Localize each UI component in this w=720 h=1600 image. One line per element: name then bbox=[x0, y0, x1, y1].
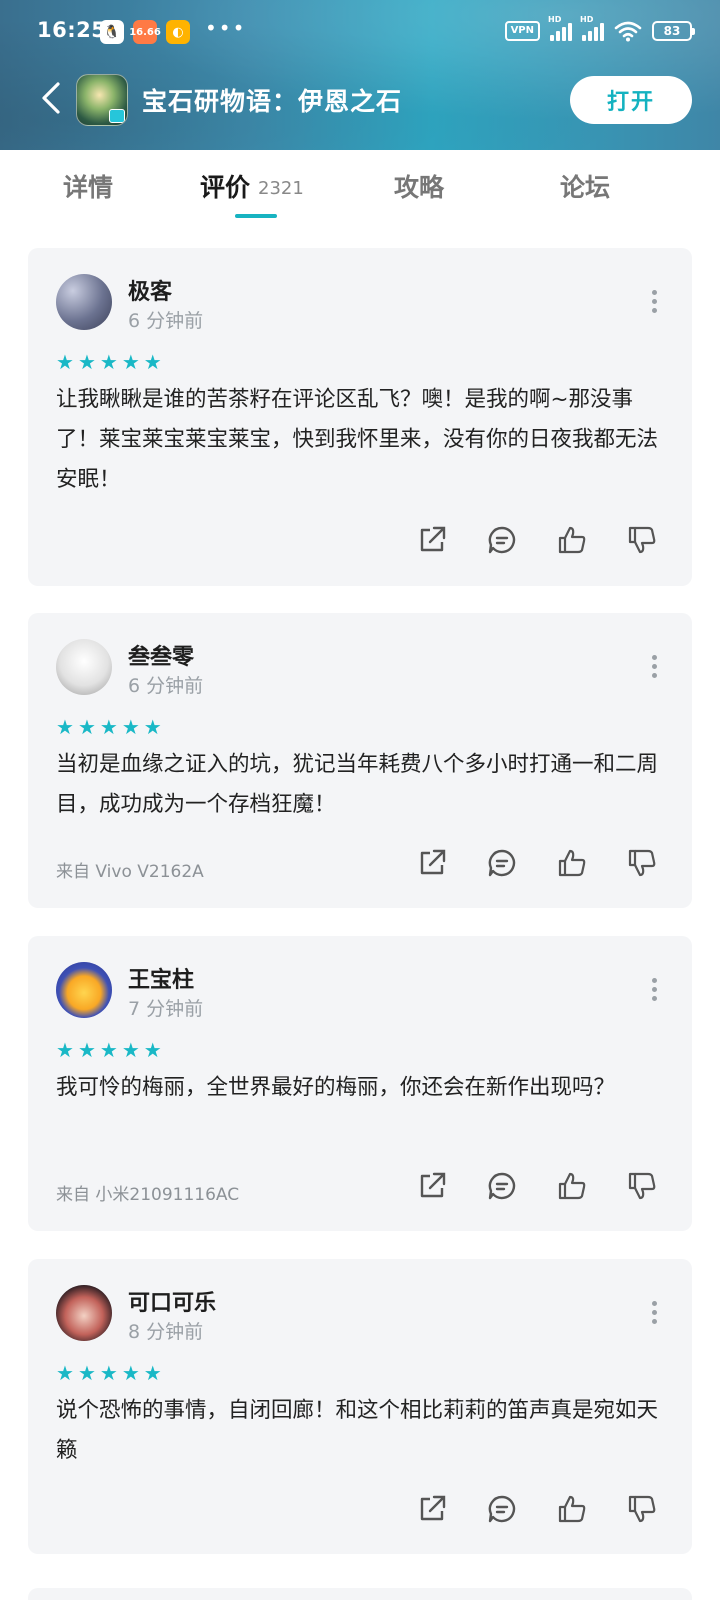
review-username[interactable]: 叁叁零 bbox=[128, 639, 194, 671]
tv-badge-icon bbox=[109, 109, 125, 123]
back-icon[interactable] bbox=[36, 78, 66, 118]
active-tab-indicator bbox=[235, 214, 277, 218]
review-username[interactable]: 可口可乐 bbox=[128, 1285, 216, 1317]
more-notifications-icon: ••• bbox=[205, 16, 247, 40]
rating-stars: ★ ★ ★ ★ ★ bbox=[56, 350, 162, 374]
share-icon[interactable] bbox=[416, 1170, 448, 1202]
review-username[interactable]: 王宝柱 bbox=[128, 962, 194, 994]
device-info: 来自 小米21091116AC bbox=[56, 1185, 240, 1205]
thumbs-down-icon[interactable] bbox=[626, 847, 658, 879]
signal-icon-2: HD bbox=[580, 15, 604, 41]
review-actions bbox=[416, 1493, 658, 1525]
battery-icon: 83 bbox=[652, 21, 695, 41]
avatar[interactable] bbox=[56, 1285, 112, 1341]
qq-icon: 🐧 bbox=[100, 20, 124, 44]
tab-reviews[interactable]: 评价 2321 bbox=[200, 168, 304, 204]
avatar[interactable] bbox=[56, 274, 112, 330]
thumbs-down-icon[interactable] bbox=[626, 1170, 658, 1202]
review-content: 我可怜的梅丽，全世界最好的梅丽，你还会在新作出现吗？ bbox=[56, 1075, 616, 1100]
review-card[interactable]: 极客 6 分钟前 ★ ★ ★ ★ ★ 让我瞅瞅是谁的苦茶籽在评论区乱飞？噢！是我的啊~那… bbox=[28, 248, 692, 586]
status-time: 16:25 bbox=[37, 18, 107, 42]
tab-forum[interactable]: 论坛 bbox=[560, 168, 610, 204]
review-content: 说个恐怖的事情，自闭回廊！和这个相比莉莉的笛声真是宛如天籁 bbox=[56, 1398, 659, 1463]
thumbs-down-icon[interactable] bbox=[626, 524, 658, 556]
comment-icon[interactable] bbox=[486, 847, 518, 879]
review-actions bbox=[416, 847, 658, 879]
more-options-icon[interactable] bbox=[652, 655, 658, 679]
review-card[interactable]: 可口可乐 8 分钟前 ★ ★ ★ ★ ★ 说个恐怖的事情，自闭回廊！和这个相比莉莉的笛声… bbox=[28, 1259, 692, 1554]
review-content: 当初是血缘之证入的坑，犹记当年耗费八个多小时打通一和二周目，成功成为一个存档狂魔… bbox=[56, 752, 659, 817]
thumbs-up-icon[interactable] bbox=[556, 847, 588, 879]
status-bar: 16:25 🐧 16.66 ◐ ••• VPN HD HD 83 bbox=[0, 15, 720, 52]
app-icon bbox=[76, 74, 128, 126]
rating-stars: ★ ★ ★ ★ ★ bbox=[56, 1038, 162, 1062]
review-card[interactable]: 王宝柱 7 分钟前 ★ ★ ★ ★ ★ 我可怜的梅丽，全世界最好的梅丽，你还会在新作出现… bbox=[28, 936, 692, 1231]
thumbs-up-icon[interactable] bbox=[556, 524, 588, 556]
app-notification-icon: 16.66 bbox=[129, 20, 161, 44]
review-content: 让我瞅瞅是谁的苦茶籽在评论区乱飞？噢！是我的啊~那没事了！莱宝莱宝莱宝莱宝，快到… bbox=[56, 387, 659, 492]
review-time: 6 分钟前 bbox=[128, 310, 204, 332]
app-header: 16:25 🐧 16.66 ◐ ••• VPN HD HD 83 宝石研物语：伊… bbox=[0, 0, 720, 150]
app-title: 宝石研物语：伊恩之石 bbox=[142, 87, 403, 116]
rating-stars: ★ ★ ★ ★ ★ bbox=[56, 715, 162, 739]
thumbs-down-icon[interactable] bbox=[626, 1493, 658, 1525]
review-username[interactable]: 极客 bbox=[128, 274, 172, 306]
more-options-icon[interactable] bbox=[652, 978, 658, 1002]
share-icon[interactable] bbox=[416, 1493, 448, 1525]
comment-icon[interactable] bbox=[486, 1493, 518, 1525]
review-time: 7 分钟前 bbox=[128, 998, 204, 1020]
browser-notification-icon: ◐ bbox=[166, 20, 190, 44]
tab-bar: 详情 评价 2321 攻略 论坛 bbox=[0, 150, 720, 230]
share-icon[interactable] bbox=[416, 847, 448, 879]
open-button[interactable]: 打开 bbox=[570, 76, 692, 124]
avatar[interactable] bbox=[56, 639, 112, 695]
signal-icon-1: HD bbox=[548, 15, 572, 41]
tab-guides[interactable]: 攻略 bbox=[394, 168, 444, 204]
review-card[interactable]: 叁叁零 6 分钟前 ★ ★ ★ ★ ★ 当初是血缘之证入的坑，犹记当年耗费八个多小时打通… bbox=[28, 613, 692, 908]
more-options-icon[interactable] bbox=[652, 290, 658, 314]
more-options-icon[interactable] bbox=[652, 1301, 658, 1325]
comment-icon[interactable] bbox=[486, 524, 518, 556]
review-actions bbox=[416, 524, 658, 556]
thumbs-up-icon[interactable] bbox=[556, 1493, 588, 1525]
review-time: 8 分钟前 bbox=[128, 1321, 204, 1343]
vpn-icon: VPN bbox=[504, 21, 540, 41]
thumbs-up-icon[interactable] bbox=[556, 1170, 588, 1202]
review-card-partial bbox=[28, 1588, 692, 1600]
tab-details[interactable]: 详情 bbox=[63, 168, 113, 204]
comment-icon[interactable] bbox=[486, 1170, 518, 1202]
device-info: 来自 Vivo V2162A bbox=[56, 862, 204, 882]
share-icon[interactable] bbox=[416, 524, 448, 556]
avatar[interactable] bbox=[56, 962, 112, 1018]
review-time: 6 分钟前 bbox=[128, 675, 204, 697]
wifi-icon bbox=[614, 21, 642, 42]
rating-stars: ★ ★ ★ ★ ★ bbox=[56, 1361, 162, 1385]
review-actions bbox=[416, 1170, 658, 1202]
review-count: 2321 bbox=[258, 178, 304, 199]
app-bar: 宝石研物语：伊恩之石 打开 bbox=[0, 72, 720, 128]
